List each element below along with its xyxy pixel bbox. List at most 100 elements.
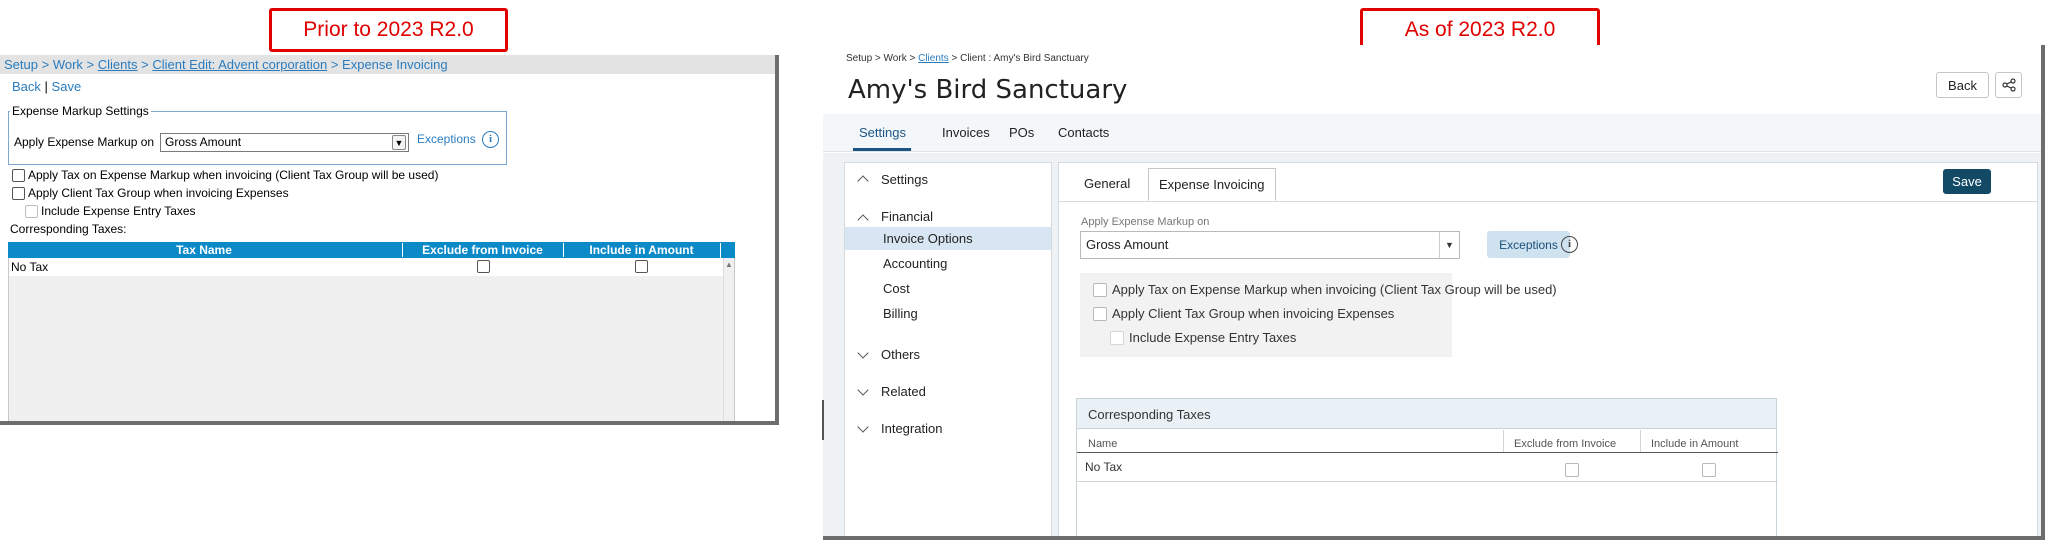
share-icon [2001, 78, 2016, 92]
before-caption: Prior to 2023 R2.0 [269, 8, 508, 52]
back-link[interactable]: Back [12, 79, 41, 94]
include-checkbox[interactable] [635, 260, 648, 273]
breadcrumb-work[interactable]: Work [53, 57, 83, 72]
include-entry-taxes-label: Include Expense Entry Taxes [41, 204, 196, 218]
action-links: Back | Save [12, 79, 81, 94]
tax-name-cell: No Tax [1085, 460, 1123, 474]
action-divider: | [44, 79, 48, 94]
nav-billing[interactable]: Billing [845, 302, 1051, 325]
tab-general[interactable]: General [1084, 176, 1130, 191]
page-title: Amy's Bird Sanctuary [848, 75, 1128, 105]
main-tabs: Settings Invoices POs Contacts [823, 114, 2041, 152]
info-icon[interactable]: i [482, 131, 499, 148]
exclude-checkbox[interactable] [1565, 463, 1579, 477]
markup-select-value: Gross Amount [1086, 237, 1169, 252]
breadcrumb: Setup > Work > Clients > Client : Amy's … [846, 53, 1089, 64]
apply-tax-checkbox[interactable] [1093, 283, 1107, 297]
settings-nav: Settings Financial Invoice Options Accou… [844, 162, 1052, 536]
markup-select-value: Gross Amount [165, 135, 242, 149]
breadcrumb-client-edit[interactable]: Client Edit: Advent corporation [152, 57, 327, 72]
window-edge [822, 400, 824, 440]
include-entry-taxes-checkbox[interactable] [1110, 331, 1124, 345]
breadcrumb-work[interactable]: Work [884, 53, 907, 64]
nav-related[interactable]: Related [881, 384, 926, 399]
include-checkbox[interactable] [1702, 463, 1716, 477]
breadcrumb-clients[interactable]: Clients [98, 57, 138, 72]
exclude-checkbox[interactable] [477, 260, 490, 273]
chevron-down-icon [857, 421, 869, 433]
markup-label: Apply Expense Markup on [14, 135, 155, 149]
apply-tax-label: Apply Tax on Expense Markup when invoici… [28, 168, 439, 182]
breadcrumb: Setup > Work > Clients > Client Edit: Ad… [0, 55, 775, 74]
exceptions-link[interactable]: Exceptions [417, 132, 476, 146]
table-row: No Tax [9, 258, 723, 276]
breadcrumb-separator: > [327, 57, 343, 72]
active-tab-indicator [853, 148, 911, 151]
panel-tab-divider [1059, 201, 2037, 202]
breadcrumb-current: Expense Invoicing [342, 57, 448, 72]
tax-name-cell: No Tax [11, 260, 49, 274]
tab-settings[interactable]: Settings [859, 125, 906, 140]
tab-expense-invoicing[interactable]: Expense Invoicing [1148, 168, 1276, 201]
nav-others[interactable]: Others [881, 347, 920, 362]
old-ui-window: Setup > Work > Clients > Client Edit: Ad… [0, 55, 779, 425]
tab-contacts[interactable]: Contacts [1058, 125, 1109, 140]
apply-tax-label: Apply Tax on Expense Markup when invoici… [1112, 282, 1557, 297]
save-link[interactable]: Save [52, 79, 82, 94]
breadcrumb-separator: > [906, 53, 919, 64]
markup-select[interactable]: Gross Amount ▼ [160, 133, 409, 152]
corresponding-taxes-title: Corresponding Taxes [1088, 407, 1211, 422]
before-caption-text: Prior to 2023 R2.0 [303, 18, 474, 41]
expense-markup-legend: Expense Markup Settings [10, 104, 151, 118]
info-icon[interactable]: i [1561, 236, 1578, 253]
nav-settings[interactable]: Settings [881, 172, 928, 187]
scroll-up-icon[interactable]: ▲ [725, 260, 733, 269]
corresponding-taxes-label: Corresponding Taxes: [10, 222, 127, 236]
new-ui-window: Setup > Work > Clients > Client : Amy's … [823, 45, 2045, 540]
markup-label: Apply Expense Markup on [1081, 216, 1210, 228]
nav-financial[interactable]: Financial [881, 209, 933, 224]
column-divider [1503, 430, 1504, 452]
save-button[interactable]: Save [1943, 169, 1991, 194]
share-button[interactable] [1995, 72, 2022, 98]
after-caption-text: As of 2023 R2.0 [1404, 18, 1556, 41]
apply-tax-checkbox[interactable] [12, 169, 25, 182]
chevron-down-icon: ▼ [392, 135, 406, 150]
include-entry-taxes-checkbox[interactable] [25, 205, 38, 218]
nav-cost[interactable]: Cost [845, 277, 1051, 300]
row-divider [1077, 481, 1778, 482]
markup-select[interactable]: Gross Amount ▼ [1080, 231, 1460, 259]
tax-table-body: No Tax ▲ [8, 258, 735, 421]
breadcrumb-separator: > [37, 57, 53, 72]
breadcrumb-setup[interactable]: Setup [846, 53, 872, 64]
breadcrumb-separator: > [948, 53, 961, 64]
apply-client-tax-checkbox[interactable] [12, 187, 25, 200]
apply-client-tax-checkbox[interactable] [1093, 307, 1107, 321]
tab-pos[interactable]: POs [1009, 125, 1034, 140]
breadcrumb-clients[interactable]: Clients [918, 53, 949, 64]
col-exclude-from-invoice: Exclude from Invoice [1514, 438, 1617, 450]
chevron-down-icon [857, 384, 869, 396]
col-include-in-amount: Include in Amount [563, 243, 719, 257]
tab-invoices[interactable]: Invoices [942, 125, 990, 140]
exceptions-button[interactable]: Exceptions [1487, 231, 1570, 258]
breadcrumb-separator: > [872, 53, 884, 64]
col-name: Name [1088, 438, 1118, 450]
chevron-down-icon [857, 347, 869, 359]
corresponding-taxes-header: Corresponding Taxes [1077, 399, 1776, 429]
breadcrumb-separator: > [82, 57, 98, 72]
breadcrumb-current: Client : Amy's Bird Sanctuary [960, 53, 1089, 64]
chevron-down-icon: ▼ [1439, 232, 1459, 258]
chevron-up-icon [857, 214, 869, 226]
back-button[interactable]: Back [1936, 72, 1989, 98]
breadcrumb-separator: > [137, 57, 153, 72]
nav-accounting[interactable]: Accounting [845, 252, 1051, 275]
include-entry-taxes-label: Include Expense Entry Taxes [1129, 330, 1297, 345]
breadcrumb-setup[interactable]: Setup [4, 57, 38, 72]
scrollbar[interactable]: ▲ [723, 258, 734, 421]
col-exclude-from-invoice: Exclude from Invoice [402, 243, 562, 257]
chevron-up-icon [857, 175, 869, 187]
nav-invoice-options[interactable]: Invoice Options [845, 227, 1051, 250]
nav-integration[interactable]: Integration [881, 421, 942, 436]
column-divider [1640, 430, 1641, 452]
